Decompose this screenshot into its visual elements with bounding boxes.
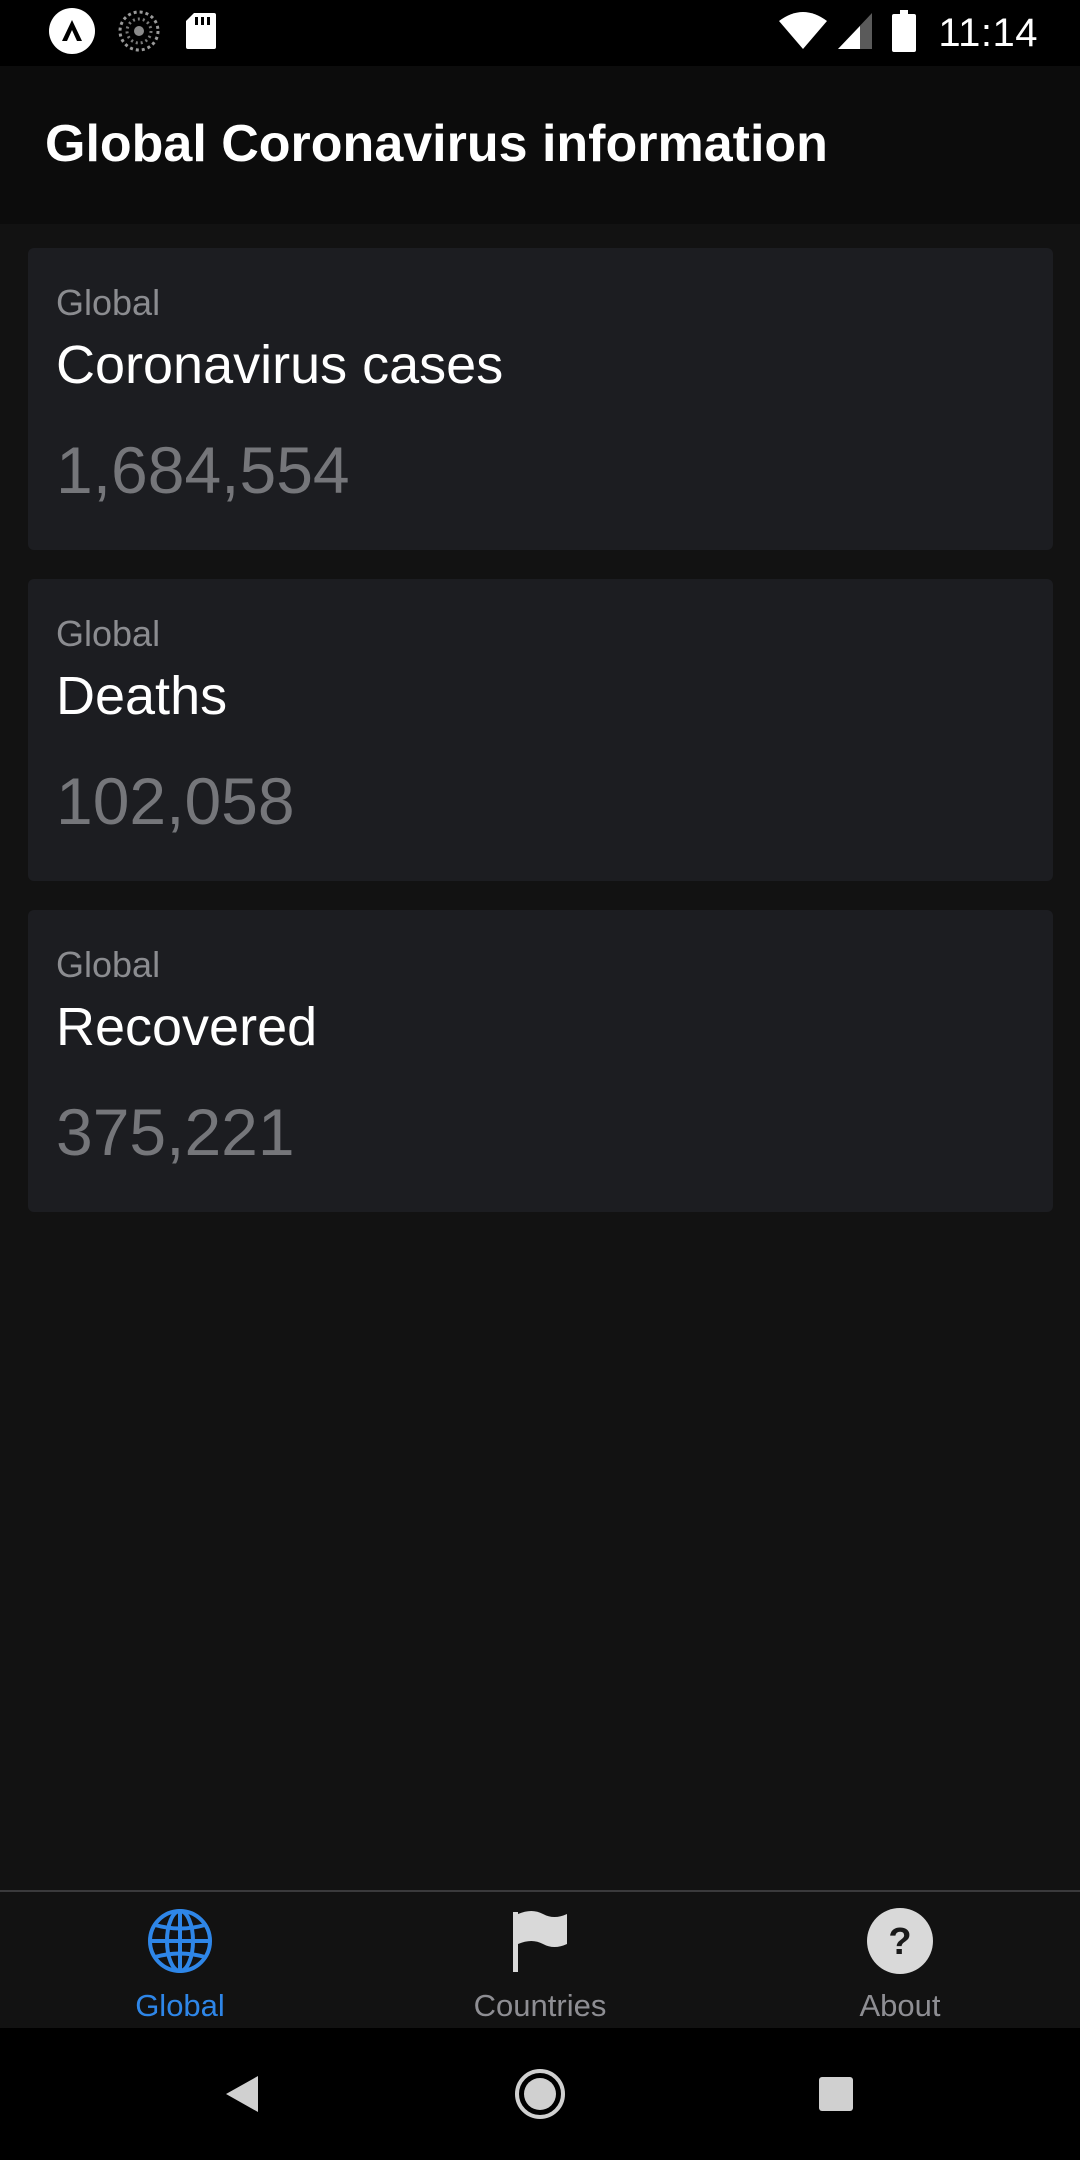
card-scope-label: Global xyxy=(56,613,161,654)
status-bar-clock: 11:14 xyxy=(938,10,1038,55)
card-scope-label: Global xyxy=(56,282,161,323)
page-title: Global Coronavirus information xyxy=(45,115,828,173)
system-navigation-bar xyxy=(0,2028,1080,2160)
tab-about-label: About xyxy=(859,1988,941,2023)
stat-card-deaths: Global Deaths 102,058 xyxy=(28,579,1053,881)
status-bar-notifications xyxy=(48,7,218,57)
status-bar: 11:14 xyxy=(0,0,1080,66)
cellular-signal-icon xyxy=(836,11,874,56)
status-bar-system: 11:14 xyxy=(778,9,1038,57)
battery-icon xyxy=(892,9,917,57)
stat-card-recovered: Global Recovered 375,221 xyxy=(28,910,1053,1212)
app-notification-icon xyxy=(48,7,96,60)
tab-global[interactable]: Global xyxy=(0,1892,360,2030)
tab-about[interactable]: ? About xyxy=(720,1892,1080,2030)
card-value: 1,684,554 xyxy=(56,433,350,507)
card-value: 375,221 xyxy=(56,1095,295,1169)
sync-icon xyxy=(118,10,160,57)
card-title: Deaths xyxy=(56,666,228,726)
app-screen: 11:14 Global Coronavirus information Glo… xyxy=(0,0,1080,2160)
card-scope-label: Global xyxy=(56,944,161,985)
sd-card-icon xyxy=(184,11,218,56)
tab-countries[interactable]: Countries xyxy=(360,1892,720,2030)
back-icon[interactable] xyxy=(224,2074,260,2119)
tab-global-label: Global xyxy=(135,1988,225,2023)
globe-icon xyxy=(147,1908,213,1974)
card-value: 102,058 xyxy=(56,764,295,838)
flag-icon xyxy=(507,1908,573,1974)
bottom-navigation: Global Countries ? About xyxy=(0,1890,1080,2030)
home-icon[interactable] xyxy=(514,2068,566,2125)
stat-card-cases: Global Coronavirus cases 1,684,554 xyxy=(28,248,1053,550)
card-title: Coronavirus cases xyxy=(56,335,504,395)
tab-countries-label: Countries xyxy=(473,1988,607,2023)
help-icon: ? xyxy=(867,1908,933,1974)
svg-text:?: ? xyxy=(888,1921,911,1963)
wifi-icon xyxy=(778,11,828,56)
app-bar: Global Coronavirus information xyxy=(0,66,1080,224)
recents-icon[interactable] xyxy=(818,2076,854,2117)
card-title: Recovered xyxy=(56,997,318,1057)
